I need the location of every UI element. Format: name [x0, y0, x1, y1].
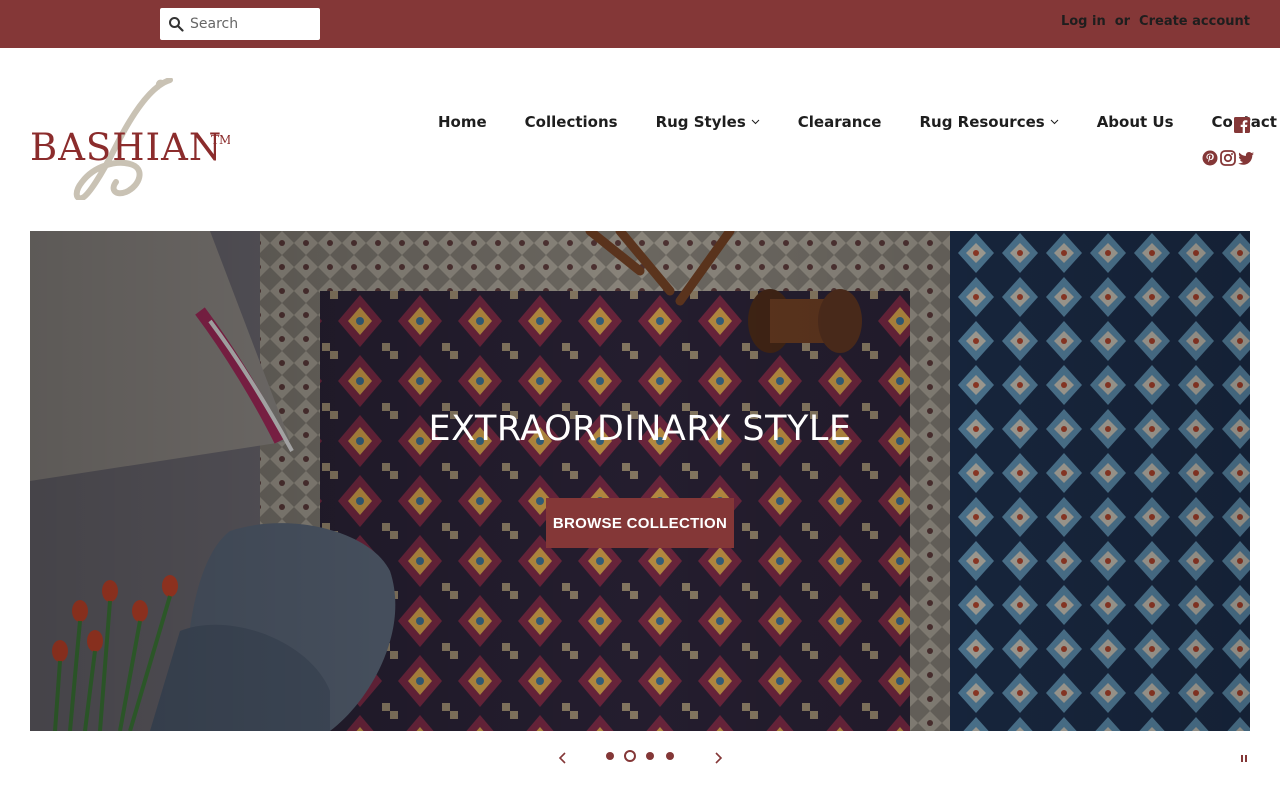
bashian-logo: BASHIAN TM — [30, 77, 231, 202]
slide-dot-1[interactable] — [606, 752, 614, 760]
create-account-link[interactable]: Create account — [1139, 14, 1250, 29]
social-row-bottom — [1202, 150, 1254, 166]
instagram-icon[interactable] — [1220, 150, 1236, 166]
slider-controls — [0, 744, 1280, 772]
logo-text: BASHIAN — [30, 126, 222, 169]
nav-item-label: Rug Styles — [655, 113, 746, 131]
hero-image — [30, 231, 1250, 731]
logo-trademark: TM — [211, 133, 230, 147]
slide-dot-4[interactable] — [666, 752, 674, 760]
browse-collection-button[interactable]: BROWSE COLLECTION — [546, 498, 734, 548]
hero-slide[interactable]: EXTRAORDINARY STYLE BROWSE COLLECTION — [30, 231, 1250, 731]
nav-item-label: Clearance — [797, 113, 882, 131]
pinterest-icon[interactable] — [1202, 150, 1218, 166]
slide-dot-2[interactable] — [624, 750, 636, 762]
chevron-left-icon[interactable] — [556, 750, 570, 766]
search-icon — [169, 17, 184, 32]
login-link[interactable]: Log in — [1061, 14, 1106, 29]
pause-icon[interactable] — [1239, 752, 1249, 764]
facebook-icon[interactable] — [1234, 117, 1250, 133]
chevron-down-icon — [751, 119, 760, 125]
nav-item-label: Rug Resources — [919, 113, 1045, 131]
social-row-top — [1234, 117, 1250, 133]
nav-item-collections[interactable]: Collections — [506, 113, 637, 131]
hero-title: EXTRAORDINARY STYLE — [428, 409, 852, 449]
site-logo[interactable]: BASHIAN TM — [30, 77, 231, 202]
nav-item-home[interactable]: Home — [419, 113, 506, 131]
nav-item-rug-styles[interactable]: Rug Styles — [637, 113, 779, 131]
chevron-right-icon[interactable] — [711, 750, 725, 766]
nav-item-about-us[interactable]: About Us — [1078, 113, 1193, 131]
or-separator: or — [1114, 14, 1131, 29]
twitter-icon[interactable] — [1238, 150, 1254, 166]
main-nav: Home Collections Rug Styles Clearance Rug Re… — [419, 113, 1280, 131]
search-box[interactable] — [160, 8, 320, 40]
nav-item-clearance[interactable]: Clearance — [779, 113, 901, 131]
top-bar: Log in or Create account — [0, 0, 1280, 48]
chevron-down-icon — [1050, 119, 1059, 125]
search-input[interactable] — [190, 16, 310, 32]
slide-dot-3[interactable] — [646, 752, 654, 760]
nav-item-label: Collections — [524, 113, 618, 131]
account-links: Log in or Create account — [1061, 14, 1250, 29]
nav-item-label: About Us — [1096, 113, 1174, 131]
nav-item-label: Home — [438, 113, 487, 131]
nav-item-rug-resources[interactable]: Rug Resources — [900, 113, 1077, 131]
